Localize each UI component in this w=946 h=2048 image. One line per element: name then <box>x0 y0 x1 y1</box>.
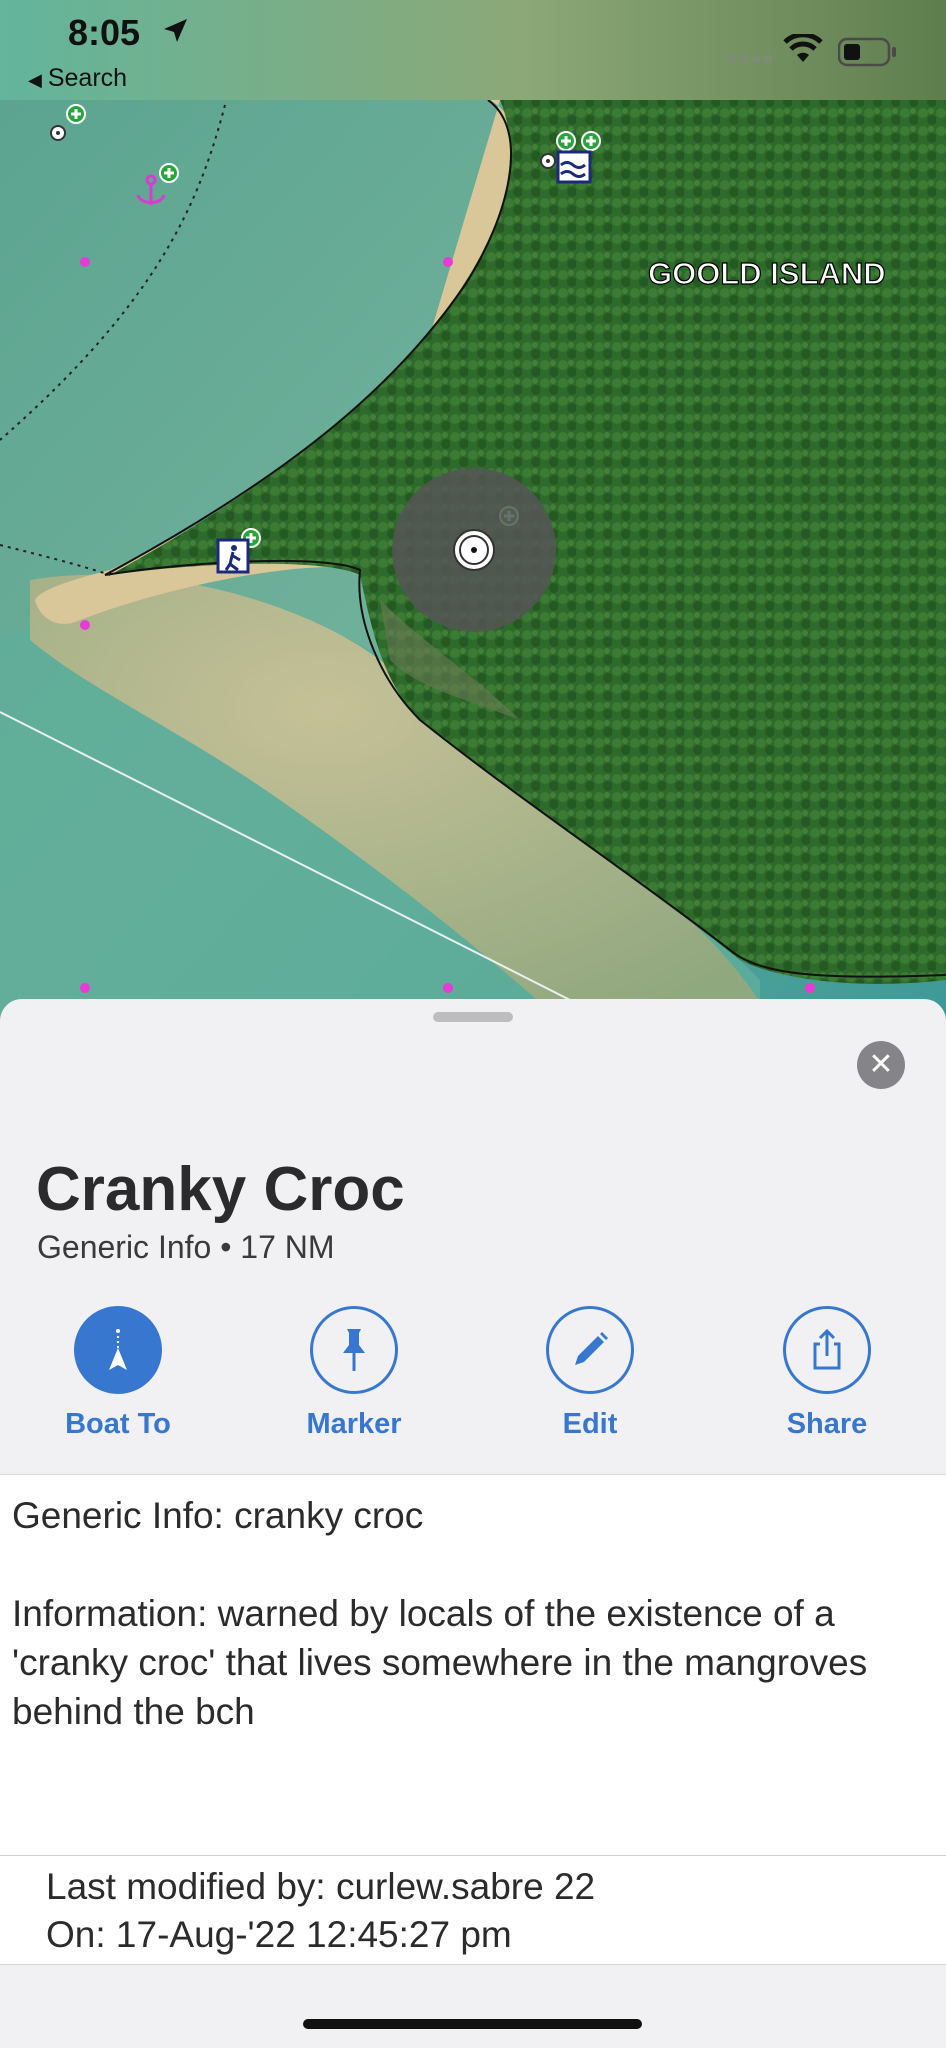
island-label: GOOLD ISLAND <box>647 255 886 291</box>
wifi-icon <box>783 34 823 62</box>
marker-button[interactable]: Marker <box>269 1306 439 1441</box>
clock: 8:05 <box>68 12 141 53</box>
information-text: Information: warned by locals of the exi… <box>12 1593 868 1732</box>
boat-icon <box>109 1329 127 1370</box>
location-arrow-icon <box>164 19 187 42</box>
satellite-map <box>0 0 946 1020</box>
share-label: Share <box>786 1408 868 1440</box>
sheet-grabber[interactable] <box>433 1012 513 1022</box>
pin-icon <box>343 1329 365 1371</box>
home-indicator[interactable] <box>303 2019 642 2029</box>
pencil-icon <box>575 1332 608 1365</box>
marker-label: Marker <box>306 1408 402 1440</box>
generic-info-text: Generic Info: cranky croc <box>12 1495 424 1536</box>
share-button[interactable]: Share <box>742 1306 912 1441</box>
share-icon <box>813 1328 841 1370</box>
modified-on-text: On: 17-Aug-'22 12:45:27 pm <box>46 1914 512 1955</box>
back-to-search-button[interactable]: ◀ Search <box>28 64 127 93</box>
place-title: Cranky Croc <box>36 1155 405 1224</box>
back-triangle-icon: ◀ <box>28 70 42 90</box>
detail-sheet: ✕ Cranky Croc Generic Info • 17 NM Boat … <box>0 999 946 2048</box>
battery-icon <box>838 37 896 67</box>
boat-to-button[interactable]: Boat To <box>33 1306 203 1441</box>
back-label: Search <box>47 64 128 92</box>
edit-button[interactable]: Edit <box>505 1306 675 1441</box>
info-panel: Generic Info: cranky croc Information: w… <box>0 1474 946 1856</box>
map-view[interactable]: GOOLD ISLAND <box>0 0 946 1020</box>
place-subtitle: Generic Info • 17 NM <box>37 1229 335 1265</box>
modification-footer: Last modified by: curlew.sabre 22 On: 17… <box>0 1856 946 1965</box>
status-bar: 8:05 ◀ Search <box>0 0 946 100</box>
cellular-signal-icon <box>728 55 772 63</box>
modified-by-text: Last modified by: curlew.sabre 22 <box>46 1866 596 1907</box>
close-button[interactable]: ✕ <box>857 1041 905 1089</box>
edit-label: Edit <box>562 1408 618 1440</box>
boat-to-label: Boat To <box>65 1408 171 1440</box>
